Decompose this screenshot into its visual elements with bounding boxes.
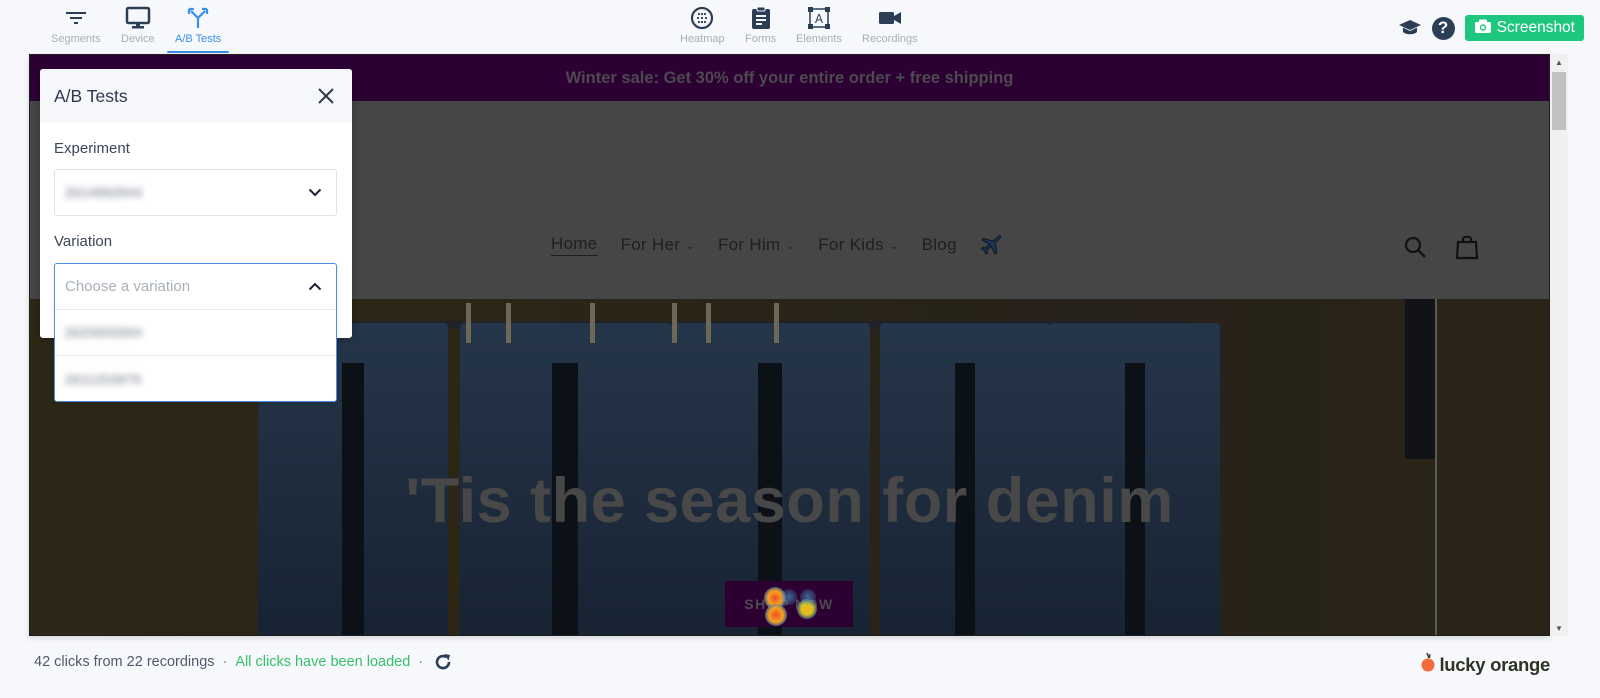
variation-option-label: 2625650004 — [65, 325, 143, 340]
airplane-icon[interactable] — [980, 234, 1002, 256]
svg-text:A: A — [815, 12, 824, 26]
tool-ab-tests[interactable]: A/B Tests — [166, 6, 230, 53]
top-toolbar: Segments Device A/B Tests Heatmap Forms … — [0, 0, 1600, 54]
variation-option-label: 2611253979 — [65, 371, 142, 387]
tool-elements[interactable]: A Elements — [796, 6, 842, 45]
question-circle-icon[interactable]: ? — [1431, 16, 1455, 40]
clipboard-icon — [748, 6, 774, 30]
video-camera-icon — [877, 6, 903, 30]
preview-scrollbar[interactable]: ▲ ▼ — [1550, 54, 1568, 636]
site-nav: Home For Her ⌄ For Him ⌄ For Kids ⌄ Blog — [551, 234, 1002, 256]
variation-label: Variation — [54, 233, 113, 250]
separator: · — [222, 654, 228, 670]
split-arrows-icon — [185, 6, 211, 30]
nav-item-for-kids[interactable]: For Kids ⌄ — [818, 235, 898, 255]
nav-item-home[interactable]: Home — [551, 234, 598, 256]
nav-label: For Kids — [818, 235, 884, 254]
chevron-down-icon — [308, 184, 322, 202]
experiment-select[interactable]: 2614992844 — [54, 169, 337, 216]
search-icon[interactable] — [1403, 235, 1427, 264]
scroll-down-arrow-icon[interactable]: ▼ — [1550, 620, 1568, 636]
variation-placeholder: Choose a variation — [65, 278, 191, 295]
panel-header: A/B Tests — [40, 69, 352, 123]
tool-label: Forms — [745, 33, 777, 45]
cart-bag-icon[interactable] — [1455, 234, 1479, 265]
scrollbar-thumb[interactable] — [1552, 72, 1566, 130]
tool-label: A/B Tests — [175, 33, 222, 45]
chevron-down-icon: ⌄ — [786, 240, 796, 252]
filter-icon — [63, 6, 89, 30]
variation-option[interactable]: 2625650004 — [55, 310, 336, 356]
camera-icon — [1474, 19, 1491, 38]
clothespin — [466, 303, 471, 343]
heatmap-dots-icon — [689, 6, 715, 30]
tool-forms[interactable]: Forms — [745, 6, 776, 45]
tool-label: Heatmap — [680, 33, 725, 45]
close-icon[interactable] — [316, 86, 336, 106]
variation-select[interactable]: Choose a variation 2625650004 2611253979 — [54, 263, 337, 402]
chevron-down-icon: ⌄ — [686, 240, 695, 252]
tool-heatmap[interactable]: Heatmap — [680, 6, 725, 45]
chevron-up-icon — [308, 278, 322, 296]
monitor-icon — [125, 6, 151, 30]
tool-label: Device — [121, 33, 155, 45]
shop-now-button[interactable]: SHOP NOW — [725, 581, 853, 627]
variation-select-trigger[interactable]: Choose a variation — [55, 264, 336, 310]
brand-name: lucky orange — [1439, 653, 1550, 675]
tool-label: Recordings — [862, 33, 918, 45]
clicks-summary: 42 clicks from 22 recordings — [34, 654, 215, 670]
hanging-strap — [1405, 299, 1435, 459]
orange-icon — [1421, 651, 1435, 678]
nav-item-blog[interactable]: Blog — [922, 235, 957, 255]
experiment-value: 2614992844 — [65, 185, 143, 200]
tool-label: Segments — [51, 33, 101, 45]
banner-text: Winter sale: Get 30% off your entire ord… — [565, 68, 1014, 87]
clothespin — [774, 303, 779, 343]
cta-label: SHOP NOW — [744, 596, 834, 612]
panel-title: A/B Tests — [54, 85, 128, 106]
variation-option[interactable]: 2611253979 — [55, 356, 336, 402]
graduation-cap-icon[interactable] — [1398, 16, 1422, 40]
tool-recordings[interactable]: Recordings — [862, 6, 918, 45]
hero-title: 'Tis the season for denim — [405, 466, 1174, 536]
tool-label: Elements — [796, 33, 842, 45]
tool-segments[interactable]: Segments — [51, 6, 101, 45]
separator: · — [418, 654, 424, 670]
nav-item-for-her[interactable]: For Her ⌄ — [621, 235, 695, 255]
screenshot-label: Screenshot — [1496, 19, 1575, 36]
nav-label: Blog — [921, 235, 957, 254]
chevron-down-icon: ⌄ — [889, 240, 899, 252]
clothespin — [506, 303, 511, 343]
nav-label: For Him — [717, 235, 781, 254]
nav-label: For Her — [620, 235, 681, 254]
nav-item-for-him[interactable]: For Him ⌄ — [718, 235, 795, 255]
lucky-orange-logo[interactable]: lucky orange — [1421, 651, 1550, 678]
header-icons — [1403, 234, 1479, 265]
refresh-icon[interactable] — [433, 652, 453, 672]
clothespin — [590, 303, 595, 343]
clothespin — [672, 303, 677, 343]
status-bar: 42 clicks from 22 recordings · All click… — [34, 652, 453, 672]
nav-label: Home — [551, 234, 598, 253]
scroll-up-arrow-icon[interactable]: ▲ — [1550, 54, 1568, 70]
screenshot-button[interactable]: Screenshot — [1464, 15, 1584, 41]
tool-device[interactable]: Device — [121, 6, 155, 45]
toolbar-right: ? Screenshot — [1398, 15, 1584, 41]
element-select-icon: A — [806, 6, 832, 30]
help-glyph: ? — [1437, 18, 1449, 37]
loaded-status: All clicks have been loaded — [235, 654, 411, 670]
experiment-label: Experiment — [54, 140, 130, 157]
clothespin — [706, 303, 711, 343]
